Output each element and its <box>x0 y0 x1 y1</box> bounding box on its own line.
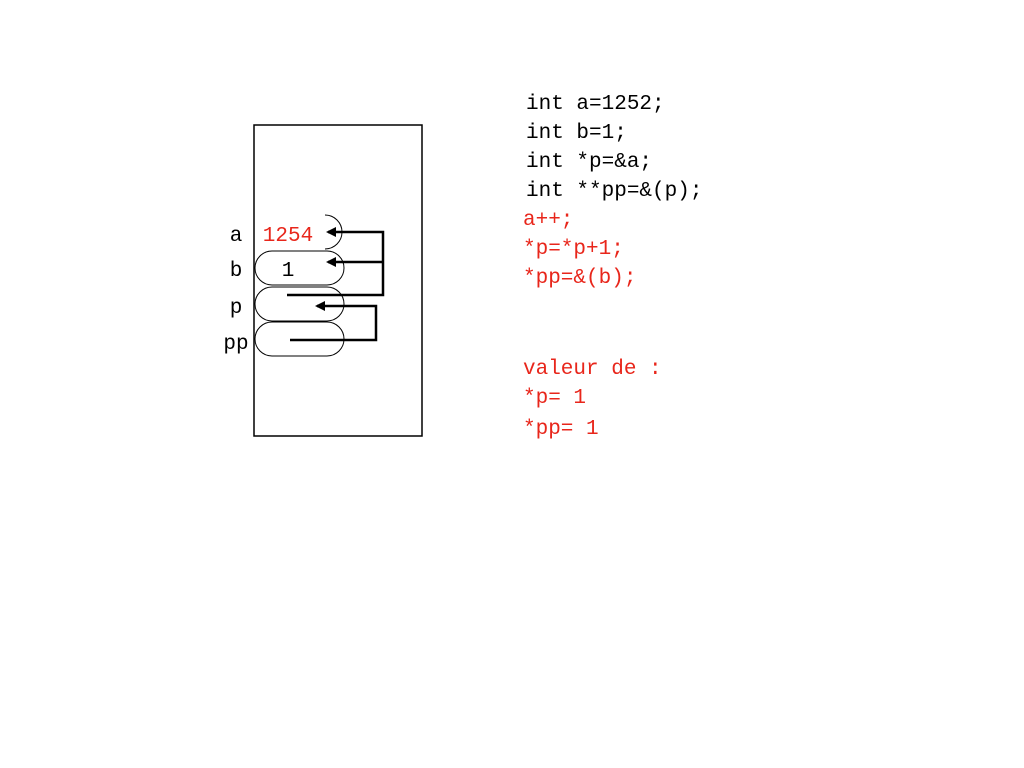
value-a: 1254 <box>263 225 313 248</box>
code-line-2: int b=1; <box>526 122 627 145</box>
cell-p <box>254 286 345 322</box>
code-line-7: *pp=&(b); <box>523 267 636 290</box>
pointer-diagram: a b p pp 1254 1 int a=1252; int b=1; int… <box>223 93 702 441</box>
value-b: 1 <box>282 260 295 283</box>
code-line-3: int *p=&a; <box>526 151 652 174</box>
label-pp: pp <box>223 333 248 356</box>
label-b: b <box>230 260 243 283</box>
label-p: p <box>230 297 243 320</box>
result-pp: *pp= 1 <box>523 418 599 441</box>
result-heading: valeur de : <box>523 358 662 381</box>
result-p: *p= 1 <box>523 387 586 410</box>
label-a: a <box>230 225 243 248</box>
cell-b <box>254 250 345 286</box>
code-line-1: int a=1252; <box>526 93 665 116</box>
code-line-5: a++; <box>523 209 573 232</box>
code-line-6: *p=*p+1; <box>523 238 624 261</box>
code-line-4: int **pp=&(p); <box>526 180 702 203</box>
